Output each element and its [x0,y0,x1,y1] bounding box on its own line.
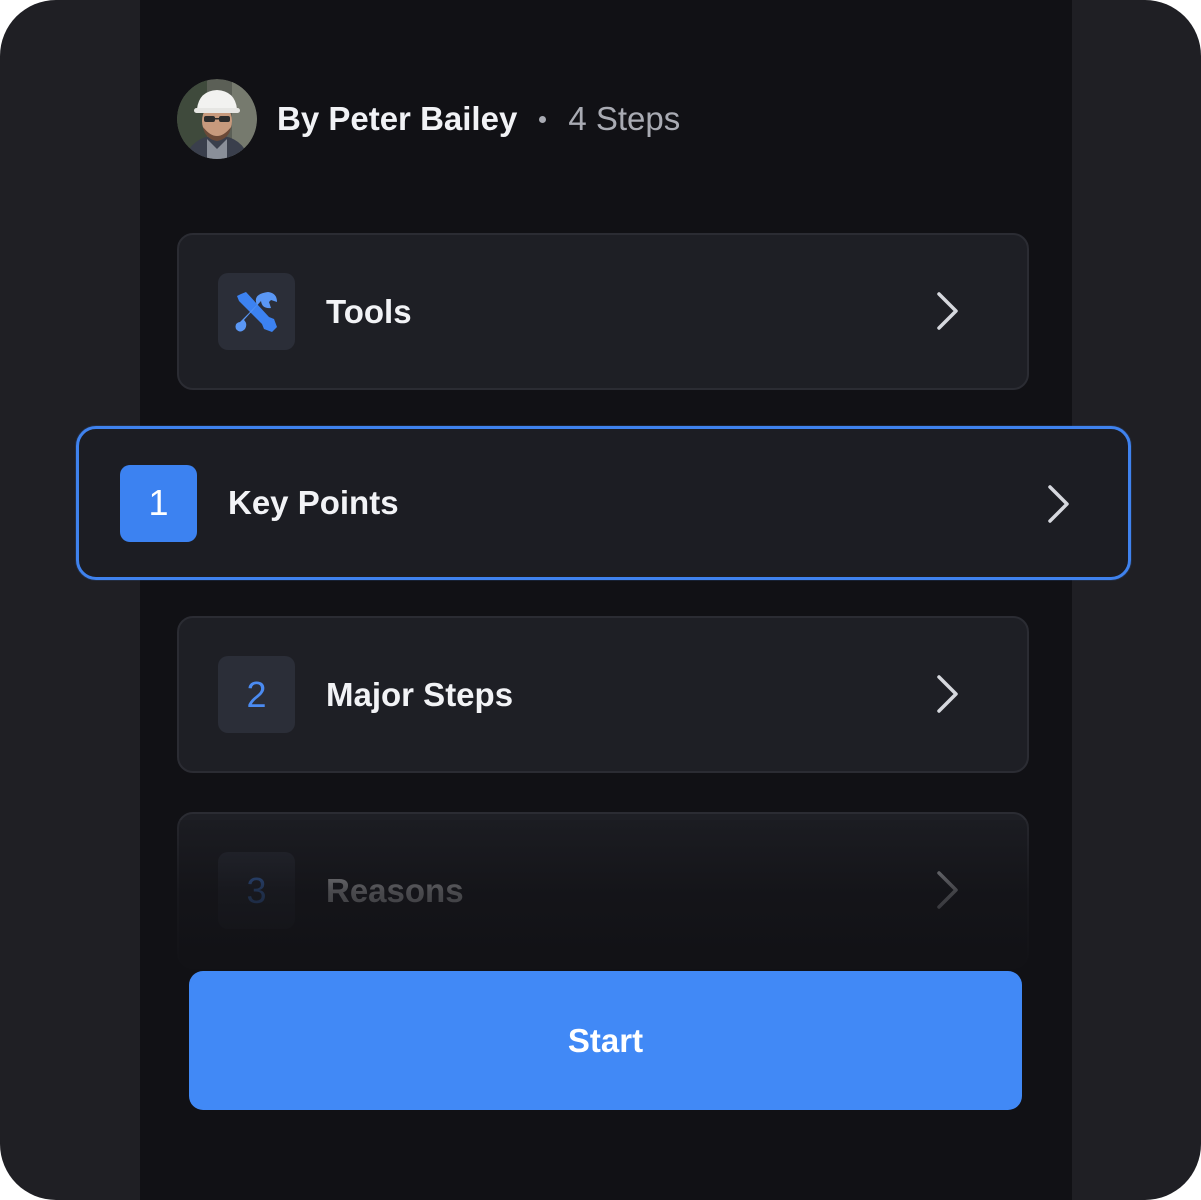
author-name: By Peter Bailey [277,100,518,137]
device-frame: By Peter Bailey 4 Steps Tools 1 Key Poin… [0,0,1201,1200]
guide-item-tools[interactable]: Tools [177,233,1029,390]
chevron-right-icon [937,871,958,909]
chevron-right-icon [937,675,958,713]
guide-item-label: Key Points [228,484,399,521]
avatar[interactable] [177,79,257,159]
chevron-right-icon [1048,485,1069,523]
step-number-badge: 1 [120,464,197,542]
separator-dot [539,115,547,123]
step-number-badge: 2 [218,656,295,733]
author-row: By Peter Bailey 4 Steps [177,79,680,159]
steps-count: 4 Steps [568,100,681,137]
guide-item-key-points[interactable]: 1 Key Points [76,426,1131,580]
guide-item-label: Tools [326,292,412,330]
avatar-image [177,79,257,159]
start-button[interactable]: Start [189,971,1022,1110]
guide-item-major-steps[interactable]: 2 Major Steps [177,616,1029,773]
tools-badge [218,273,295,350]
chevron-right-icon [937,292,958,330]
step-number-badge: 3 [218,852,295,929]
tools-icon [235,291,277,332]
guide-item-reasons[interactable]: 3 Reasons [177,812,1029,969]
guide-item-label: Major Steps [326,675,514,713]
guide-item-label: Reasons [326,871,464,909]
